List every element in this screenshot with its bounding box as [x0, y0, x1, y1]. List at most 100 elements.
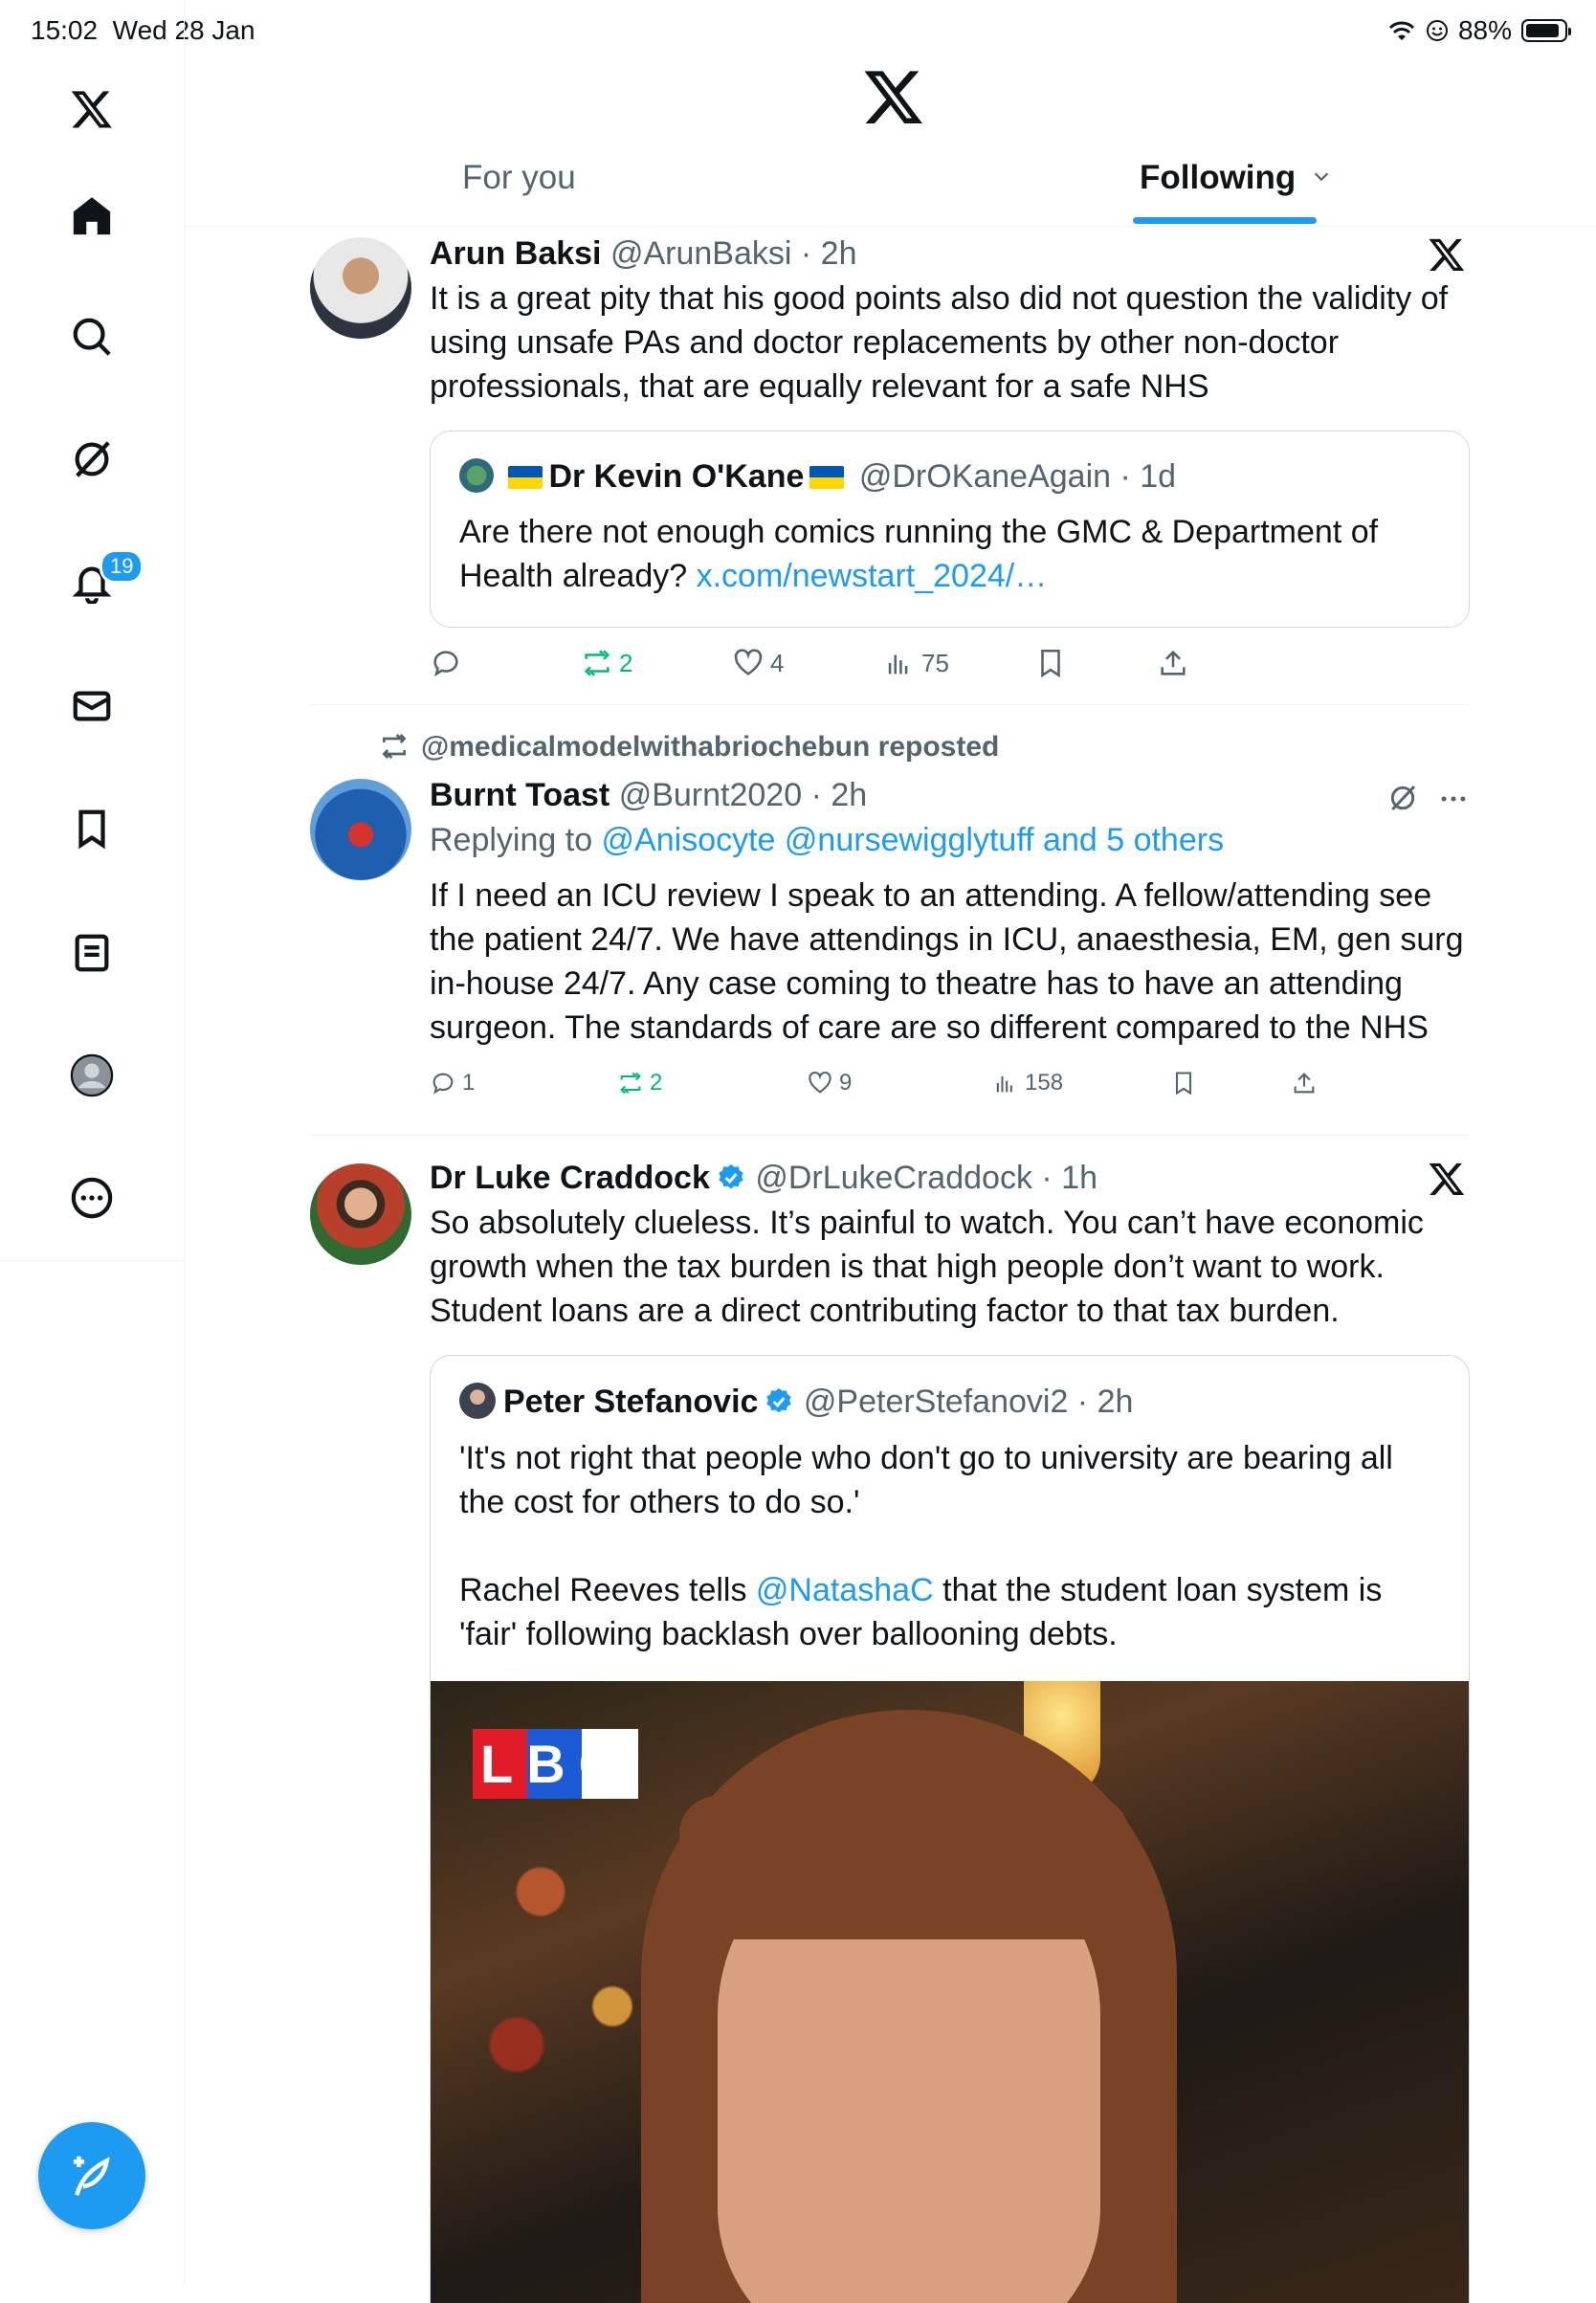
quoted-tweet[interactable]: Peter Stefanovic @PeterStefanovi2 · 2h '…: [430, 1355, 1470, 2303]
quote-header: Dr Kevin O'Kane @DrOKaneAgain · 1d: [459, 458, 1176, 496]
more-icon: [71, 1177, 113, 1219]
wifi-icon: [1388, 21, 1415, 40]
tweet-time[interactable]: 2h: [831, 777, 867, 813]
sidebar-item-lists[interactable]: [54, 915, 130, 991]
share-button[interactable]: [1157, 647, 1189, 679]
tweet[interactable]: Arun Baksi @ArunBaksi · 2h It is a great…: [310, 235, 1470, 695]
status-bar: 15:02 Wed 28 Jan 88%: [0, 0, 1596, 59]
lbc-logo-text: LBC: [473, 1729, 639, 1799]
quote-text: Are there not enough comics running the …: [459, 514, 1379, 594]
quote-time: 1d: [1140, 458, 1177, 495]
sidebar-item-profile[interactable]: [54, 1037, 130, 1114]
tweet[interactable]: Dr Luke Craddock @DrLukeCraddock · 1h So…: [310, 1160, 1470, 2303]
notification-badge: 19: [100, 549, 144, 584]
sidebar-item-notifications[interactable]: 19: [54, 543, 144, 620]
quote-author-name: Peter Stefanovic: [503, 1384, 759, 1420]
like-button[interactable]: 4: [732, 647, 784, 679]
author-handle[interactable]: @Burnt2020: [619, 777, 802, 813]
tweet-header: Burnt Toast @Burnt2020 · 2h: [430, 777, 868, 813]
sidebar-item-bookmarks[interactable]: [54, 790, 130, 867]
repost-button[interactable]: 2: [617, 1070, 662, 1096]
share-icon: [1161, 650, 1186, 675]
reply-icon: [433, 651, 458, 677]
chevron-down-icon: [1314, 172, 1329, 182]
quote-avatar: [459, 458, 494, 493]
reply-button[interactable]: [430, 647, 468, 679]
tweet-time[interactable]: 2h: [821, 235, 857, 272]
tweet-header: Dr Luke Craddock @DrLukeCraddock · 1h: [430, 1160, 1097, 1196]
status-time: 15:02 Wed 28 Jan: [31, 15, 255, 45]
quoted-tweet[interactable]: Dr Kevin O'Kane @DrOKaneAgain · 1d Are t…: [430, 431, 1470, 628]
mail-icon: [73, 691, 111, 721]
avatar[interactable]: [310, 779, 411, 880]
grok-icon: [75, 441, 110, 477]
x-logo-icon[interactable]: [54, 71, 130, 147]
tweet-text: So absolutely clueless. It’s painful to …: [430, 1205, 1424, 1329]
repost-icon: [620, 1072, 641, 1095]
quote-time: 2h: [1097, 1384, 1134, 1420]
bookmark-button[interactable]: [1170, 1070, 1197, 1096]
verified-badge-icon: [766, 1388, 792, 1413]
replying-to-link[interactable]: @Anisocyte @nursewigglytuff and 5 others: [602, 822, 1225, 858]
more-options-icon[interactable]: [1437, 783, 1470, 815]
battery-percent: 88%: [1457, 15, 1512, 45]
author-handle[interactable]: @ArunBaksi: [610, 235, 791, 272]
divider: [310, 1135, 1470, 1136]
mention-link[interactable]: @NatashaC: [756, 1572, 934, 1608]
tab-following-label: Following: [1140, 159, 1297, 196]
tweet-header: Arun Baksi @ArunBaksi · 2h: [430, 235, 857, 272]
tab-following[interactable]: Following: [1140, 159, 1332, 197]
tweet[interactable]: @medicalmodelwithabriochebun reposted Bu…: [310, 729, 1470, 1112]
quote-author-handle: @PeterStefanovi2: [803, 1384, 1069, 1420]
author-name[interactable]: Arun Baksi: [430, 235, 602, 272]
sidebar-item-more[interactable]: [54, 1160, 130, 1236]
author-name[interactable]: Dr Luke Craddock: [430, 1160, 710, 1196]
sidebar: 19: [0, 59, 185, 1261]
x-logo-icon: [1429, 1163, 1465, 1195]
views-button[interactable]: 75: [883, 647, 949, 679]
tweet-content: Burnt Toast @Burnt2020 · 2h Replying to …: [430, 777, 1470, 1050]
repost-button[interactable]: 2: [581, 647, 632, 679]
search-icon: [73, 318, 111, 356]
compose-icon: [73, 2156, 110, 2196]
tab-indicator: [1133, 217, 1317, 224]
quote-header: Peter Stefanovic @PeterStefanovi2 · 2h: [459, 1383, 1133, 1421]
sidebar-item-messages[interactable]: [54, 668, 130, 744]
sidebar-item-home[interactable]: [54, 178, 130, 255]
quote-text-2: Rachel Reeves tells @NatashaC that the s…: [459, 1572, 1383, 1652]
author-handle[interactable]: @DrLukeCraddock: [755, 1160, 1032, 1196]
avatar-icon: [70, 1053, 114, 1097]
heart-icon: [809, 1071, 831, 1094]
quote-link[interactable]: x.com/newstart_2024/…: [697, 558, 1048, 594]
bookmark-button[interactable]: [1034, 647, 1067, 679]
bookmark-icon: [1175, 1072, 1192, 1096]
share-button[interactable]: [1291, 1070, 1318, 1096]
x-logo-icon: [1429, 238, 1465, 271]
replying-to: Replying to @Anisocyte @nursewigglytuff …: [430, 822, 1225, 858]
sidebar-item-explore[interactable]: [54, 299, 130, 375]
bookmark-icon: [78, 809, 105, 850]
quote-author-handle: @DrOKaneAgain: [858, 458, 1112, 495]
quote-media-video[interactable]: LBC: [431, 1681, 1469, 2303]
verified-badge-icon: [719, 1164, 743, 1189]
list-icon: [75, 934, 109, 972]
views-icon: [888, 654, 908, 675]
views-icon: [996, 1076, 1012, 1093]
author-name[interactable]: Burnt Toast: [430, 777, 610, 813]
x-logo-icon: [864, 71, 922, 124]
sidebar-item-grok[interactable]: [54, 421, 130, 498]
avatar[interactable]: [310, 1163, 411, 1265]
views-button[interactable]: 158: [992, 1070, 1063, 1096]
like-button[interactable]: 9: [807, 1070, 852, 1096]
tweet-text: If I need an ICU review I speak to an at…: [430, 877, 1464, 1046]
focus-icon: [1426, 20, 1448, 41]
repost-icon: [382, 734, 407, 759]
grok-icon[interactable]: [1387, 783, 1418, 813]
tab-for-you[interactable]: For you: [462, 159, 576, 197]
avatar[interactable]: [310, 237, 411, 339]
repost-indicator: @medicalmodelwithabriochebun reposted: [379, 731, 999, 764]
tweet-time[interactable]: 1h: [1061, 1160, 1097, 1196]
compose-button[interactable]: [38, 2122, 145, 2229]
reply-button[interactable]: 1: [430, 1070, 475, 1096]
heart-icon: [734, 649, 763, 675]
